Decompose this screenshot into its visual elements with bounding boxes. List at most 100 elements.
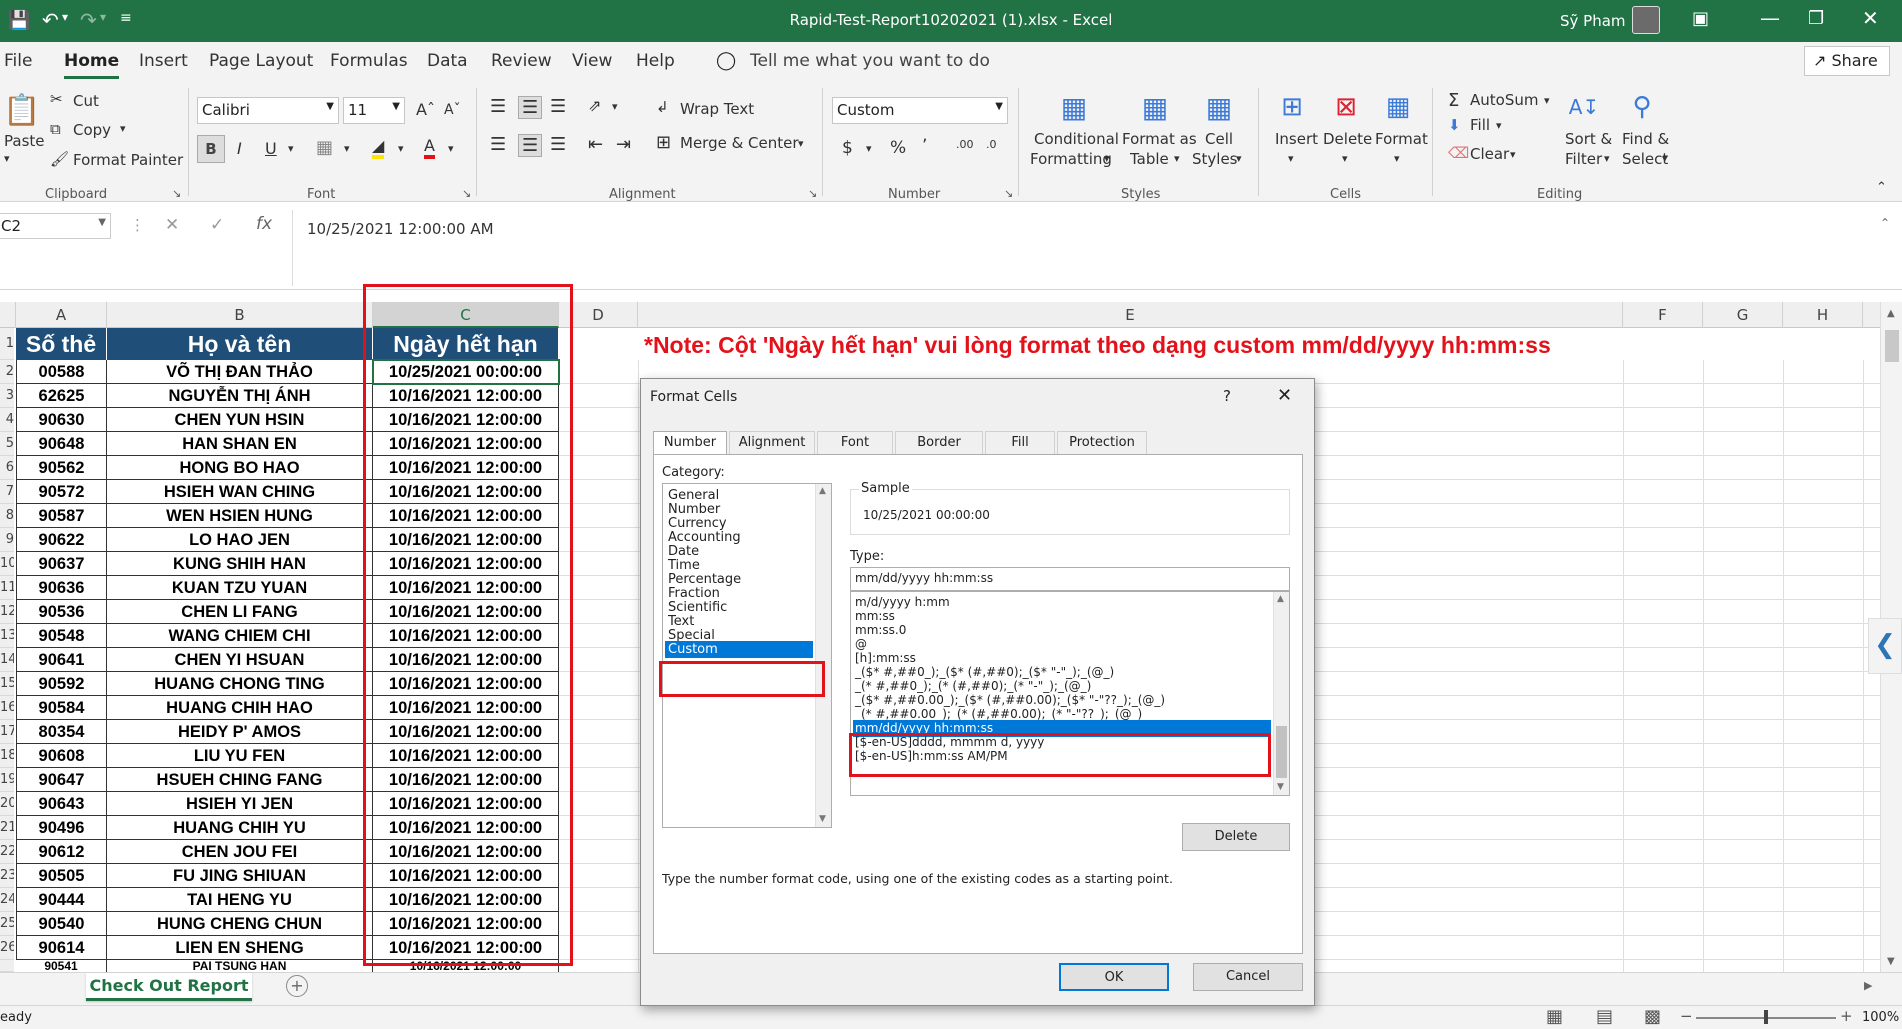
cell-styles-button[interactable]: Cell	[1205, 130, 1233, 148]
minimize-icon[interactable]: —	[1760, 6, 1780, 30]
row-header[interactable]: 17	[0, 720, 14, 744]
row-header[interactable]: 20	[0, 792, 14, 816]
chevron-down-icon[interactable]: ▾	[1604, 152, 1610, 165]
row-header[interactable]: 24	[0, 888, 14, 912]
customize-qat-icon[interactable]: ≡	[120, 10, 132, 26]
zoom-level[interactable]: 100%	[1862, 1010, 1899, 1025]
decrease-indent-icon[interactable]: ⇤	[588, 134, 603, 155]
row-header[interactable]	[0, 960, 14, 972]
scroll-down-icon[interactable]: ▼	[1887, 956, 1895, 967]
font-launcher-icon[interactable]: ↘	[462, 187, 471, 200]
decrease-font-icon[interactable]: Aˇ	[444, 102, 461, 118]
row-header[interactable]: 25	[0, 912, 14, 936]
column-header-h[interactable]: H	[1783, 302, 1863, 328]
row-header[interactable]: 23	[0, 864, 14, 888]
font-color-dropdown-icon[interactable]: ▾	[448, 142, 454, 155]
copy-dropdown-icon[interactable]: ▾	[120, 122, 126, 135]
chevron-down-icon[interactable]: ▾	[1174, 152, 1180, 165]
autosum-button[interactable]: AutoSum	[1470, 91, 1538, 109]
id-cell[interactable]: 90548	[16, 624, 107, 648]
dialog-close-icon[interactable]: ✕	[1277, 385, 1292, 406]
row-header[interactable]: 12	[0, 600, 14, 624]
id-cell[interactable]: 90630	[16, 408, 107, 432]
format-as-table-icon[interactable]: ▦	[1136, 88, 1174, 126]
id-cell[interactable]: 90643	[16, 792, 107, 816]
type-scrollbar[interactable]: ▲ ▼	[1273, 592, 1289, 795]
id-cell[interactable]: 90572	[16, 480, 107, 504]
name-cell[interactable]: KUAN TZU YUAN	[107, 576, 373, 600]
row-header[interactable]: 9	[0, 528, 14, 552]
select-all[interactable]	[0, 302, 16, 328]
name-cell[interactable]: HUANG CHONG TING	[107, 672, 373, 696]
zoom-in-icon[interactable]: +	[1840, 1007, 1853, 1025]
row-header[interactable]: 13	[0, 624, 14, 648]
align-right-icon[interactable]: ☰	[550, 134, 566, 155]
conditional-formatting-icon[interactable]: ▦	[1055, 88, 1093, 126]
borders-dropdown-icon[interactable]: ▾	[344, 142, 350, 155]
name-cell[interactable]: KUNG SHIH HAN	[107, 552, 373, 576]
name-cell[interactable]: LIU YU FEN	[107, 744, 373, 768]
undo-dropdown-icon[interactable]: ▾	[62, 10, 68, 24]
header-ho-va-ten[interactable]: Họ và tên	[107, 328, 373, 360]
page-layout-view-icon[interactable]: ▤	[1596, 1006, 1613, 1027]
name-cell[interactable]: VÕ THỊ ĐAN THẢO	[107, 360, 373, 384]
cancel-entry-icon[interactable]: ✕	[165, 215, 179, 235]
conditional-formatting-button[interactable]: Conditional	[1034, 130, 1119, 148]
bold-icon[interactable]: B	[197, 135, 225, 163]
orientation-dropdown-icon[interactable]: ▾	[612, 100, 618, 113]
alignment-launcher-icon[interactable]: ↘	[808, 187, 817, 200]
insert-cells-button[interactable]: Insert	[1275, 130, 1318, 148]
paste-dropdown-icon[interactable]: ▾	[4, 152, 10, 165]
tab-protection[interactable]: Protection	[1057, 431, 1147, 455]
tab-alignment[interactable]: Alignment	[729, 431, 815, 455]
confirm-entry-icon[interactable]: ✓	[210, 215, 224, 235]
format-as-table-button[interactable]: Format as	[1122, 130, 1197, 148]
id-cell[interactable]: 90608	[16, 744, 107, 768]
underline-dropdown-icon[interactable]: ▾	[288, 142, 294, 155]
copy-button[interactable]: Copy	[73, 121, 111, 139]
name-cell[interactable]: HUANG CHIH YU	[107, 816, 373, 840]
name-box[interactable]: C2 ▼	[0, 213, 111, 239]
middle-align-icon[interactable]: ☰	[518, 96, 543, 119]
row-header[interactable]: 1	[0, 328, 14, 360]
formula-input[interactable]: 10/25/2021 12:00:00 AM	[292, 210, 1872, 286]
insert-function-icon[interactable]: fx	[256, 214, 272, 234]
chevron-down-icon[interactable]: ▾	[1288, 152, 1294, 165]
row-header[interactable]: 15	[0, 672, 14, 696]
normal-view-icon[interactable]: ▦	[1546, 1006, 1563, 1027]
tab-data[interactable]: Data	[427, 51, 468, 71]
tab-view[interactable]: View	[572, 51, 612, 71]
row-header[interactable]: 6	[0, 456, 14, 480]
name-cell[interactable]: TAI HENG YU	[107, 888, 373, 912]
id-cell[interactable]: 90587	[16, 504, 107, 528]
row-header[interactable]: 7	[0, 480, 14, 504]
underline-icon[interactable]: U	[265, 139, 277, 158]
name-cell[interactable]: NGUYỄN THỊ ÁNH	[107, 384, 373, 408]
name-cell[interactable]: HSIEH WAN CHING	[107, 480, 373, 504]
tab-fill[interactable]: Fill	[985, 431, 1055, 455]
note-text[interactable]: *Note: Cột 'Ngày hết hạn' vui lòng forma…	[644, 332, 1551, 359]
id-cell[interactable]: 90505	[16, 864, 107, 888]
name-cell[interactable]: FU JING SHIUAN	[107, 864, 373, 888]
name-cell[interactable]: HEIDY P' AMOS	[107, 720, 373, 744]
borders-icon[interactable]: ▦	[316, 137, 333, 158]
merge-dropdown-icon[interactable]: ▾	[798, 137, 804, 150]
fill-color-dropdown-icon[interactable]: ▾	[398, 142, 404, 155]
id-cell[interactable]: 90536	[16, 600, 107, 624]
tab-home[interactable]: Home	[64, 51, 120, 79]
header-so-the[interactable]: Số thẻ	[16, 328, 107, 360]
merge-center-button[interactable]: Merge & Center	[680, 134, 799, 152]
category-list[interactable]: General Number Currency Accounting Date Time P…	[662, 483, 832, 828]
scroll-down-icon[interactable]: ▼	[819, 814, 826, 824]
percent-icon[interactable]: %	[890, 138, 906, 158]
row-header[interactable]: 16	[0, 696, 14, 720]
cancel-button[interactable]: Cancel	[1193, 963, 1303, 991]
clear-button[interactable]: Clear	[1470, 145, 1509, 163]
name-cell[interactable]: HSUEH CHING FANG	[107, 768, 373, 792]
id-cell[interactable]: 90562	[16, 456, 107, 480]
category-item[interactable]: Custom	[665, 641, 813, 658]
row-header[interactable]: 8	[0, 504, 14, 528]
row-header[interactable]: 18	[0, 744, 14, 768]
delete-cells-icon[interactable]: ⊠	[1328, 88, 1364, 126]
tab-font[interactable]: Font	[817, 431, 893, 455]
